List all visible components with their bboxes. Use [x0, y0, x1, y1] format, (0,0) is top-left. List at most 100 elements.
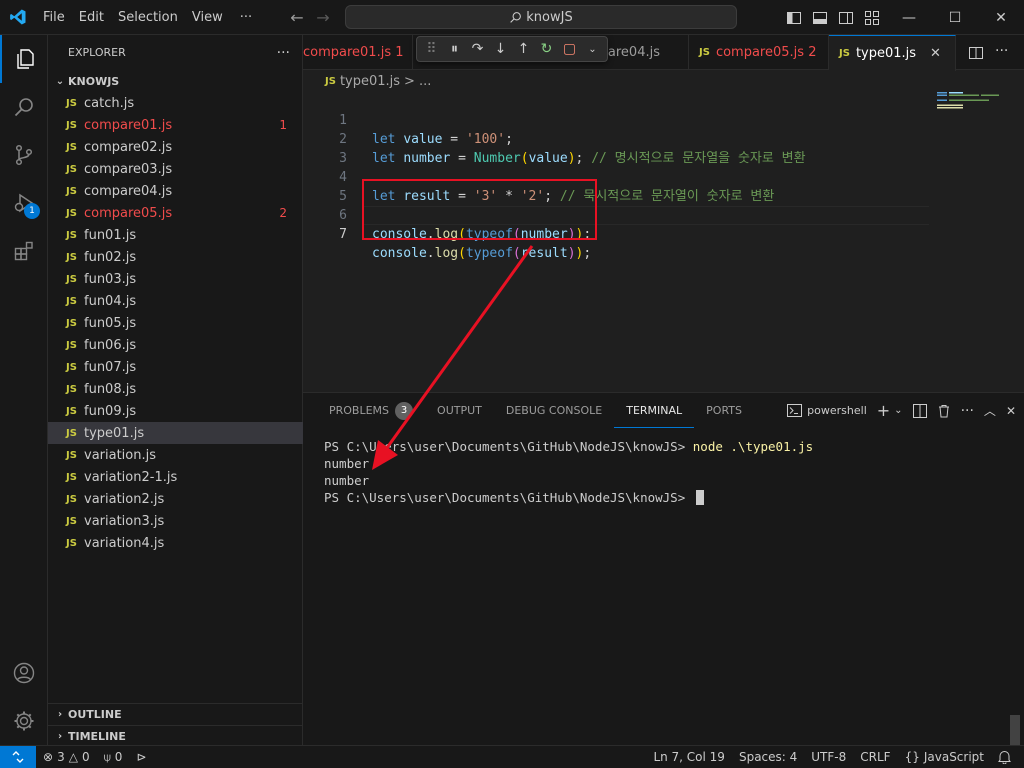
- tab-ports[interactable]: PORTS: [694, 393, 754, 428]
- file-item[interactable]: JS fun07.js: [48, 356, 303, 378]
- file-item[interactable]: JS fun02.js: [48, 246, 303, 268]
- encoding[interactable]: UTF-8: [804, 750, 853, 764]
- menu-more[interactable]: ···: [230, 0, 259, 35]
- pause-icon[interactable]: ⏸: [446, 41, 463, 57]
- explorer-activity-icon[interactable]: [0, 35, 48, 83]
- step-out-icon[interactable]: ↑: [515, 41, 532, 57]
- end-of-line[interactable]: CRLF: [853, 750, 897, 764]
- accounts-icon[interactable]: [0, 649, 48, 697]
- panel-more-icon[interactable]: ···: [961, 403, 974, 419]
- cursor-position[interactable]: Ln 7, Col 19: [646, 750, 732, 764]
- toggle-secondary-sidebar-icon[interactable]: [838, 10, 854, 26]
- editor-more-icon[interactable]: ···: [995, 43, 1008, 59]
- code-editor[interactable]: 1 let value = '100'; 2 let number = Numb…: [303, 92, 1024, 392]
- maximize-icon[interactable]: ☐: [932, 0, 978, 35]
- step-into-icon[interactable]: ↓: [492, 41, 509, 57]
- file-item[interactable]: JS fun08.js: [48, 378, 303, 400]
- file-item[interactable]: JS fun04.js: [48, 290, 303, 312]
- file-item[interactable]: JS type01.js: [48, 422, 303, 444]
- file-item[interactable]: JS variation4.js: [48, 532, 303, 554]
- terminal-output[interactable]: PS C:\Users\user\Documents\GitHub\NodeJS…: [324, 438, 813, 506]
- chevron-down-icon[interactable]: ⌄: [894, 405, 902, 416]
- file-item[interactable]: JS variation2-1.js: [48, 466, 303, 488]
- file-item[interactable]: JS fun09.js: [48, 400, 303, 422]
- file-name: compare05.js: [84, 205, 173, 221]
- chevron-down-icon[interactable]: ⌄: [584, 44, 601, 55]
- close-panel-icon[interactable]: ✕: [1006, 404, 1016, 418]
- file-item[interactable]: JS variation3.js: [48, 510, 303, 532]
- file-item[interactable]: JS fun03.js: [48, 268, 303, 290]
- split-terminal-icon[interactable]: [912, 403, 927, 418]
- outline-section[interactable]: › OUTLINE: [48, 703, 303, 725]
- search-activity-icon[interactable]: [0, 83, 48, 131]
- menu-bar: File Edit Selection View ···: [36, 0, 259, 35]
- tab-type01[interactable]: JS type01.js ✕: [829, 35, 956, 71]
- debug-status[interactable]: ⊳: [129, 750, 153, 764]
- terminal-line: PS C:\Users\user\Documents\GitHub\NodeJS…: [324, 489, 813, 506]
- close-tab-icon[interactable]: ✕: [930, 46, 941, 61]
- file-item[interactable]: JS compare02.js: [48, 136, 303, 158]
- new-terminal-icon[interactable]: +: [877, 401, 890, 420]
- trash-icon[interactable]: [937, 404, 951, 418]
- file-item[interactable]: JS fun01.js: [48, 224, 303, 246]
- ports-status[interactable]: ⍦ 0: [97, 750, 130, 765]
- menu-selection[interactable]: Selection: [111, 0, 185, 35]
- js-file-icon: JS: [66, 295, 77, 307]
- terminal-scrollbar[interactable]: [1010, 715, 1020, 745]
- folder-header[interactable]: ⌄ KNOWJS: [48, 70, 302, 92]
- explorer-more-icon[interactable]: ···: [277, 45, 290, 61]
- maximize-panel-icon[interactable]: ︿: [984, 402, 996, 419]
- customize-layout-icon[interactable]: [864, 10, 880, 26]
- command-center-search[interactable]: knowJS: [345, 5, 737, 29]
- problems-status[interactable]: ⊗ 3 △ 0: [36, 750, 97, 764]
- file-item[interactable]: JS fun06.js: [48, 334, 303, 356]
- toggle-sidebar-icon[interactable]: [786, 10, 802, 26]
- notifications-bell-icon[interactable]: [991, 750, 1018, 764]
- tab-terminal[interactable]: TERMINAL: [614, 393, 695, 428]
- file-item[interactable]: JS fun05.js: [48, 312, 303, 334]
- extensions-icon[interactable]: [0, 227, 48, 275]
- back-arrow-icon[interactable]: ←: [284, 8, 310, 27]
- tab-compare01[interactable]: compare01.js 1: [293, 35, 413, 70]
- split-editor-icon[interactable]: [968, 45, 984, 61]
- source-control-icon[interactable]: [0, 131, 48, 179]
- manage-gear-icon[interactable]: [0, 697, 48, 745]
- timeline-section[interactable]: › TIMELINE: [48, 725, 303, 747]
- tab-label: PORTS: [706, 404, 742, 417]
- terminal-shell-selector[interactable]: powershell: [787, 404, 867, 417]
- js-file-icon: JS: [66, 273, 77, 285]
- menu-file[interactable]: File: [36, 0, 72, 35]
- close-window-icon[interactable]: ✕: [978, 0, 1024, 35]
- tab-label: DEBUG CONSOLE: [505, 404, 603, 417]
- run-debug-icon[interactable]: 1: [0, 179, 48, 227]
- stop-icon[interactable]: ▢: [561, 41, 578, 57]
- remote-indicator-icon[interactable]: [0, 746, 36, 768]
- file-item[interactable]: JS compare01.js 1: [48, 114, 303, 136]
- file-item[interactable]: JS compare04.js: [48, 180, 303, 202]
- file-item[interactable]: JS compare05.js 2: [48, 202, 303, 224]
- breadcrumb-file[interactable]: type01.js: [340, 74, 400, 89]
- minimize-icon[interactable]: —: [886, 0, 932, 35]
- indentation[interactable]: Spaces: 4: [732, 750, 804, 764]
- tab-compare05[interactable]: JS compare05.js 2: [689, 35, 829, 70]
- breadcrumb-rest[interactable]: ...: [419, 74, 431, 89]
- file-name: fun02.js: [84, 249, 137, 265]
- js-file-icon: JS: [66, 449, 77, 461]
- tab-debug-console[interactable]: DEBUG CONSOLE: [494, 393, 614, 428]
- tab-output[interactable]: OUTPUT: [425, 393, 494, 428]
- toggle-panel-icon[interactable]: [812, 10, 828, 26]
- terminal-line: number: [324, 473, 370, 488]
- menu-edit[interactable]: Edit: [72, 0, 111, 35]
- file-item[interactable]: JS variation2.js: [48, 488, 303, 510]
- restart-icon[interactable]: ↻: [538, 41, 555, 57]
- file-item[interactable]: JS compare03.js: [48, 158, 303, 180]
- minimap[interactable]: [937, 92, 1007, 112]
- forward-arrow-icon[interactable]: →: [310, 8, 336, 27]
- step-over-icon[interactable]: ↷: [469, 41, 486, 57]
- tab-problems[interactable]: PROBLEMS 3: [317, 393, 425, 428]
- file-item[interactable]: JS variation.js: [48, 444, 303, 466]
- language-mode[interactable]: {} JavaScript: [898, 750, 991, 764]
- file-item[interactable]: JS catch.js: [48, 92, 303, 114]
- menu-view[interactable]: View: [185, 0, 230, 35]
- drag-handle-icon[interactable]: ⠿: [423, 41, 440, 57]
